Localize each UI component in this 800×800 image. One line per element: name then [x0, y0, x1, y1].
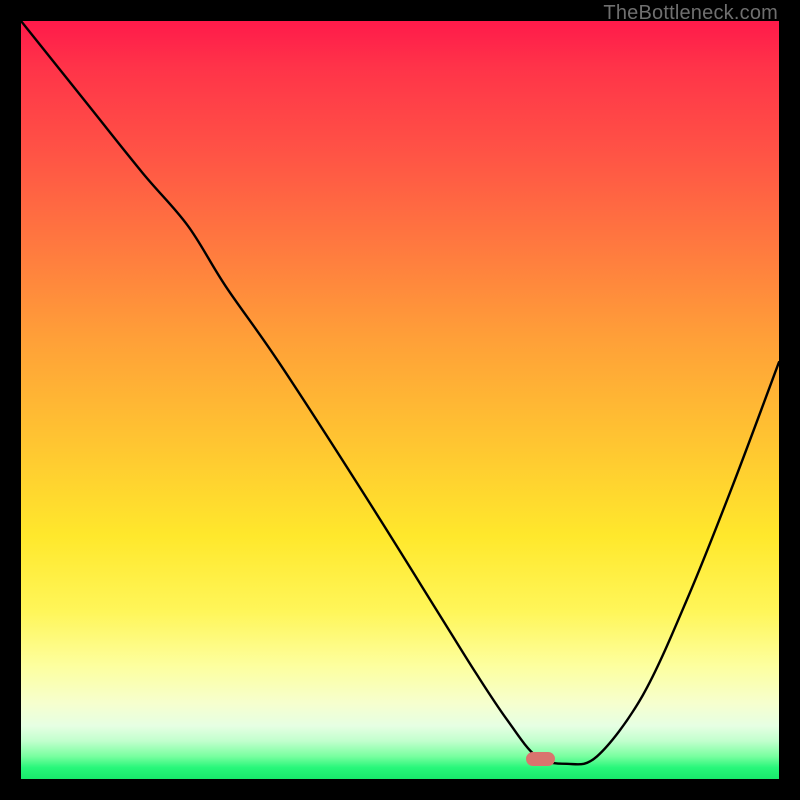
chart-canvas: TheBottleneck.com — [0, 0, 800, 800]
optimum-marker — [526, 752, 555, 766]
plot-area — [21, 21, 779, 779]
watermark-text: TheBottleneck.com — [603, 2, 778, 25]
